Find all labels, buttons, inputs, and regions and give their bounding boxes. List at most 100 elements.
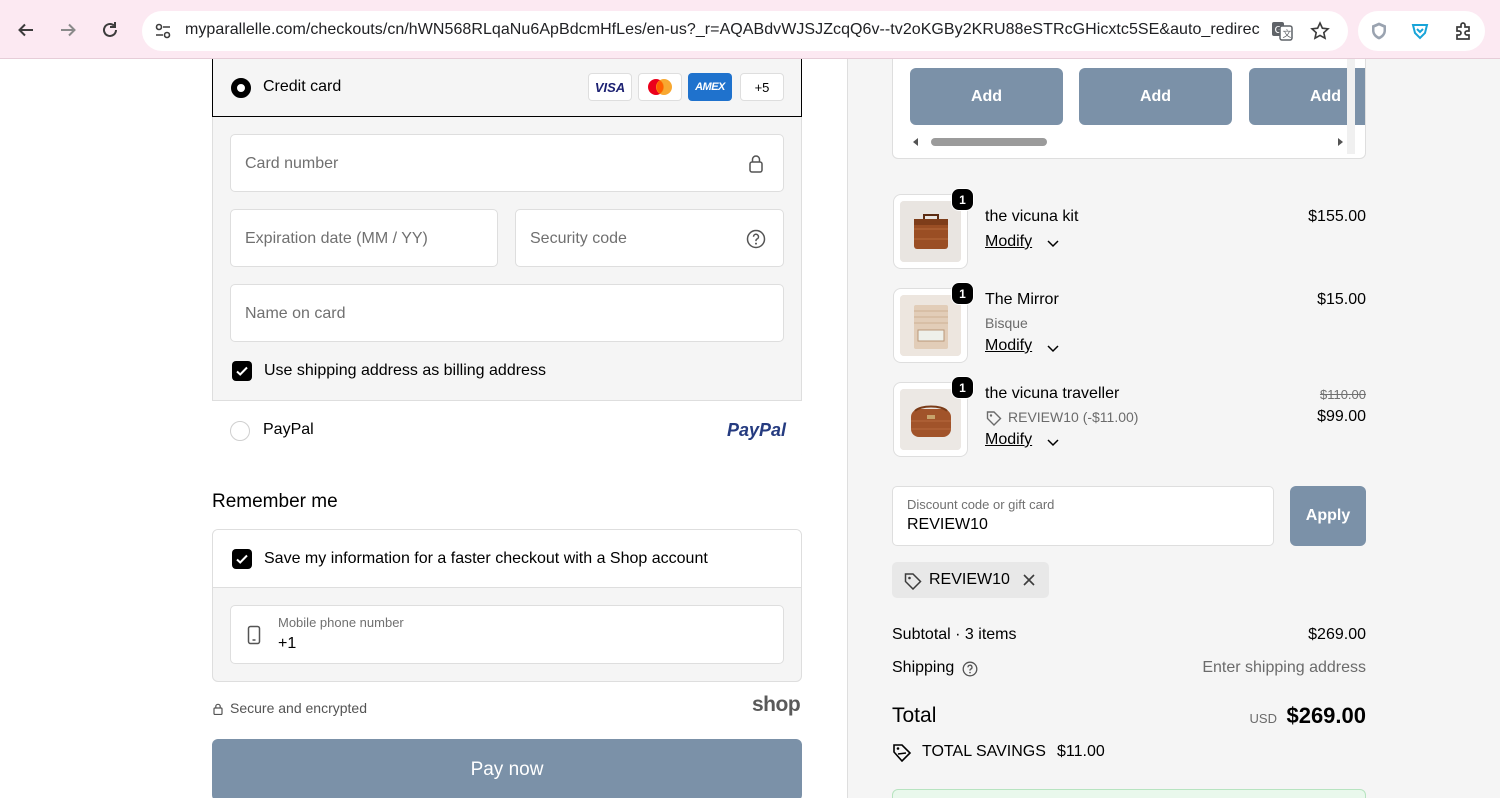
- vicuna-kit-image: [900, 201, 961, 262]
- forward-icon[interactable]: [56, 16, 80, 44]
- card-number-placeholder: Card number: [245, 155, 339, 172]
- expiration-placeholder: Expiration date (MM / YY): [245, 230, 428, 247]
- item-thumbnail: 1: [893, 376, 974, 457]
- item-original-price: $110.00: [1319, 387, 1366, 402]
- item-variant: Bisque: [985, 315, 1028, 331]
- shipping-label: Shipping: [892, 659, 955, 676]
- remember-me-box: Save my information for a faster checkou…: [212, 529, 802, 682]
- applied-discount-chip: REVIEW10: [892, 562, 1049, 598]
- security-code-placeholder: Security code: [530, 230, 627, 247]
- credit-card-label: Credit card: [263, 78, 342, 95]
- phone-icon: [247, 625, 261, 650]
- browser-toolbar: myparallelle.com/checkouts/cn/hWN568RLqa…: [0, 0, 1500, 59]
- item-thumbnail: 1: [893, 282, 974, 363]
- help-icon[interactable]: [746, 229, 766, 254]
- phone-value: +1: [278, 635, 297, 652]
- help-icon[interactable]: [962, 661, 978, 682]
- lock-icon: [748, 154, 764, 178]
- subtotal-label: Subtotal · 3 items: [892, 626, 1017, 643]
- phone-label: Mobile phone number: [278, 615, 404, 630]
- mastercard-logo: [638, 73, 682, 101]
- url-text[interactable]: myparallelle.com/checkouts/cn/hWN568RLqa…: [185, 21, 1260, 39]
- secure-encrypted-text: Secure and encrypted: [230, 700, 367, 716]
- paypal-logo: PayPal: [727, 420, 787, 440]
- shop-logo: shop: [752, 693, 801, 716]
- paypal-radio[interactable]: [230, 421, 250, 441]
- expiration-date-field[interactable]: Expiration date (MM / YY): [230, 209, 498, 267]
- add-upsell-button-1[interactable]: Add: [910, 68, 1063, 125]
- billing-same-checkbox[interactable]: [232, 361, 252, 381]
- address-bar[interactable]: myparallelle.com/checkouts/cn/hWN568RLqa…: [142, 11, 1348, 51]
- modify-link[interactable]: Modify: [985, 431, 1032, 449]
- chevron-down-icon[interactable]: [1045, 235, 1061, 251]
- remember-me-title: Remember me: [212, 491, 338, 512]
- billing-same-label: Use shipping address as billing address: [264, 362, 546, 379]
- close-icon[interactable]: [1022, 573, 1036, 592]
- chevron-down-icon[interactable]: [1045, 434, 1061, 450]
- pay-now-button[interactable]: Pay now: [212, 739, 802, 798]
- tag-icon: [986, 410, 1002, 431]
- savings-tag-icon: [892, 742, 914, 767]
- total-savings-label: TOTAL SAVINGS: [922, 743, 1046, 760]
- modify-link[interactable]: Modify: [985, 337, 1032, 355]
- credit-card-option[interactable]: Credit card VISA AMEX +5: [212, 59, 802, 117]
- translate-icon[interactable]: G文: [1270, 19, 1294, 43]
- extensions-icon[interactable]: [1451, 19, 1475, 43]
- quantity-badge: 1: [951, 282, 974, 305]
- notice-box: [892, 789, 1366, 798]
- item-name: the vicuna traveller: [985, 385, 1120, 402]
- quantity-badge: 1: [951, 188, 974, 211]
- shield-extension-icon[interactable]: [1367, 19, 1391, 43]
- vpn-extension-icon[interactable]: [1408, 19, 1432, 43]
- upsell-carousel: Add Add Add: [892, 59, 1366, 159]
- item-discount: REVIEW10 (-$11.00): [1008, 409, 1139, 425]
- mirror-image: [900, 295, 961, 356]
- site-settings-icon[interactable]: [148, 16, 178, 46]
- back-icon[interactable]: [14, 16, 38, 44]
- visa-logo: VISA: [588, 73, 632, 101]
- item-price: $99.00: [1317, 408, 1366, 425]
- subtotal-value: $269.00: [1308, 626, 1366, 643]
- save-info-label: Save my information for a faster checkou…: [264, 550, 708, 567]
- credit-card-radio[interactable]: [231, 78, 251, 98]
- svg-text:文: 文: [1283, 28, 1292, 40]
- applied-code: REVIEW10: [929, 571, 1010, 588]
- modify-link[interactable]: Modify: [985, 233, 1032, 251]
- small-lock-icon: [213, 702, 223, 720]
- extensions-group: [1358, 11, 1485, 51]
- more-brands-badge: +5: [740, 73, 784, 101]
- paypal-label: PayPal: [263, 421, 314, 438]
- total-value: $269.00: [1286, 703, 1366, 728]
- add-upsell-button-2[interactable]: Add: [1079, 68, 1232, 125]
- discount-label: Discount code or gift card: [907, 497, 1055, 512]
- reload-icon[interactable]: [98, 16, 122, 44]
- item-name: the vicuna kit: [985, 208, 1079, 225]
- tag-icon: [904, 572, 922, 595]
- vicuna-traveller-image: [900, 389, 961, 450]
- discount-code-field[interactable]: Discount code or gift card REVIEW10: [892, 486, 1274, 546]
- amex-logo: AMEX: [688, 73, 732, 101]
- card-number-field[interactable]: Card number: [230, 134, 784, 192]
- discount-value: REVIEW10: [907, 516, 988, 533]
- mobile-phone-field[interactable]: Mobile phone number +1: [230, 605, 784, 664]
- total-label: Total: [892, 704, 937, 727]
- chevron-down-icon[interactable]: [1045, 340, 1061, 356]
- save-info-checkbox[interactable]: [232, 549, 252, 569]
- shipping-value: Enter shipping address: [1202, 659, 1366, 676]
- name-on-card-placeholder: Name on card: [245, 305, 346, 322]
- save-info-row: Save my information for a faster checkou…: [213, 530, 801, 588]
- carousel-scrollbar[interactable]: [909, 134, 1347, 146]
- item-thumbnail: 1: [893, 188, 974, 269]
- carousel-edge: [1347, 59, 1355, 154]
- paypal-option[interactable]: PayPal PayPal: [212, 400, 802, 460]
- item-price: $155.00: [1308, 208, 1366, 225]
- apply-button[interactable]: Apply: [1290, 486, 1366, 546]
- name-on-card-field[interactable]: Name on card: [230, 284, 784, 342]
- item-price: $15.00: [1317, 291, 1366, 308]
- security-code-field[interactable]: Security code: [515, 209, 784, 267]
- currency-code: USD: [1249, 711, 1277, 726]
- total-savings-value: $11.00: [1057, 743, 1105, 760]
- item-name: The Mirror: [985, 291, 1059, 308]
- star-icon[interactable]: [1308, 19, 1332, 43]
- quantity-badge: 1: [951, 376, 974, 399]
